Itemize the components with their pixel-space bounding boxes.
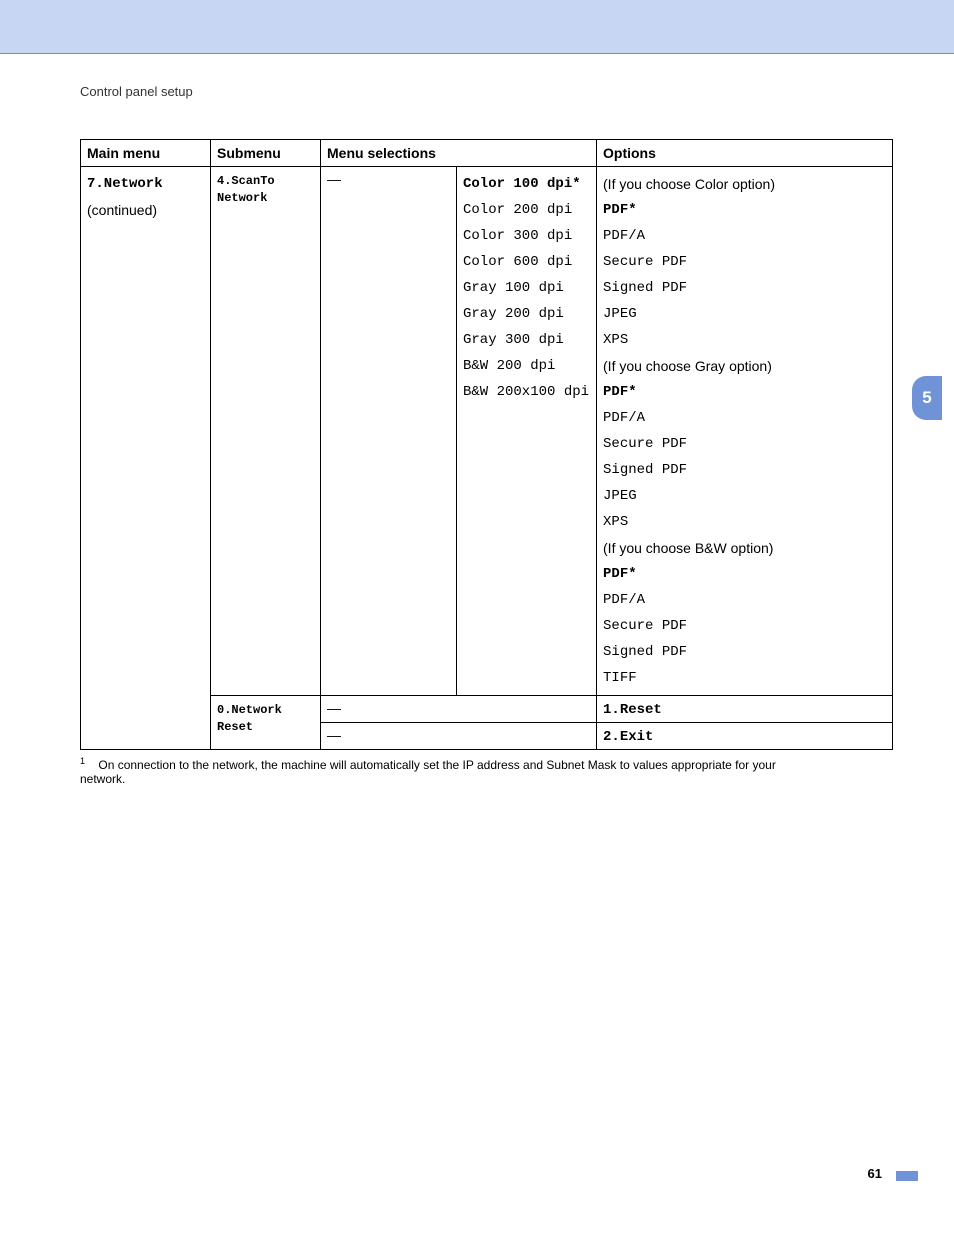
opt-color-2: Secure PDF — [603, 249, 886, 275]
sel-1: Color 200 dpi — [463, 197, 590, 223]
th-menu-selections: Menu selections — [321, 140, 597, 167]
dash-2: — — [327, 700, 341, 716]
table-header-row: Main menu Submenu Menu selections Option… — [81, 140, 893, 167]
cell-main-menu: 7.Network (continued) — [81, 167, 211, 750]
side-tab-number: 5 — [922, 388, 931, 408]
top-band — [0, 0, 954, 54]
cell-selections-dash: — — [321, 167, 457, 696]
opt-color-5: XPS — [603, 327, 886, 353]
footnote: 1 On connection to the network, the mach… — [80, 756, 820, 786]
opt-gray-2: Secure PDF — [603, 431, 886, 457]
opt-gray-3: Signed PDF — [603, 457, 886, 483]
th-options: Options — [597, 140, 893, 167]
footnote-text: On connection to the network, the machin… — [80, 758, 776, 786]
main-menu-line1: 7.Network — [87, 171, 204, 197]
sel-5: Gray 200 dpi — [463, 301, 590, 327]
submenu-2-text: 0.Network Reset — [217, 703, 282, 734]
opt-bw-3: Signed PDF — [603, 639, 886, 665]
opt-reset: 1.Reset — [603, 702, 662, 718]
opt-gray-1: PDF/A — [603, 405, 886, 431]
opt-gray-4: JPEG — [603, 483, 886, 509]
cell-submenu-1: 4.ScanTo Network — [211, 167, 321, 696]
cell-submenu-2: 0.Network Reset — [211, 696, 321, 750]
menu-table: Main menu Submenu Menu selections Option… — [80, 139, 893, 750]
table-row: 7.Network (continued) 4.ScanTo Network —… — [81, 167, 893, 696]
opt-bw-header: (If you choose B&W option) — [603, 535, 886, 561]
cell-reset: 1.Reset — [597, 696, 893, 723]
sel-4: Gray 100 dpi — [463, 275, 590, 301]
opt-bw-0: PDF* — [603, 566, 637, 582]
opt-gray-0: PDF* — [603, 384, 637, 400]
footnote-marker: 1 — [80, 756, 85, 766]
sel-8: B&W 200x100 dpi — [463, 379, 590, 405]
sel-3: Color 600 dpi — [463, 249, 590, 275]
th-main-menu: Main menu — [81, 140, 211, 167]
opt-bw-1: PDF/A — [603, 587, 886, 613]
page-number: 61 — [868, 1166, 882, 1181]
dash-1: — — [327, 171, 341, 187]
cell-selections-list: Color 100 dpi* Color 200 dpi Color 300 d… — [457, 167, 597, 696]
sel-6: Gray 300 dpi — [463, 327, 590, 353]
sel-7: B&W 200 dpi — [463, 353, 590, 379]
submenu-1-text: 4.ScanTo Network — [217, 174, 275, 205]
main-menu-line2: (continued) — [87, 197, 204, 223]
opt-color-0: PDF* — [603, 202, 637, 218]
th-submenu: Submenu — [211, 140, 321, 167]
sel-0: Color 100 dpi* — [463, 176, 581, 192]
cell-options-list: (If you choose Color option) PDF* PDF/A … — [597, 167, 893, 696]
opt-color-header: (If you choose Color option) — [603, 171, 886, 197]
opt-bw-2: Secure PDF — [603, 613, 886, 639]
side-tab: 5 — [912, 376, 942, 420]
section-title: Control panel setup — [80, 84, 820, 99]
opt-bw-4: TIFF — [603, 665, 886, 691]
opt-color-1: PDF/A — [603, 223, 886, 249]
page-content: Control panel setup Main menu Submenu Me… — [0, 54, 820, 786]
cell-dash-2: — — [321, 696, 597, 723]
opt-exit: 2.Exit — [603, 729, 653, 745]
opt-color-3: Signed PDF — [603, 275, 886, 301]
cell-dash-3: — — [321, 723, 597, 750]
page-mark — [896, 1171, 918, 1181]
opt-gray-header: (If you choose Gray option) — [603, 353, 886, 379]
opt-color-4: JPEG — [603, 301, 886, 327]
opt-gray-5: XPS — [603, 509, 886, 535]
sel-2: Color 300 dpi — [463, 223, 590, 249]
dash-3: — — [327, 727, 341, 743]
cell-exit: 2.Exit — [597, 723, 893, 750]
